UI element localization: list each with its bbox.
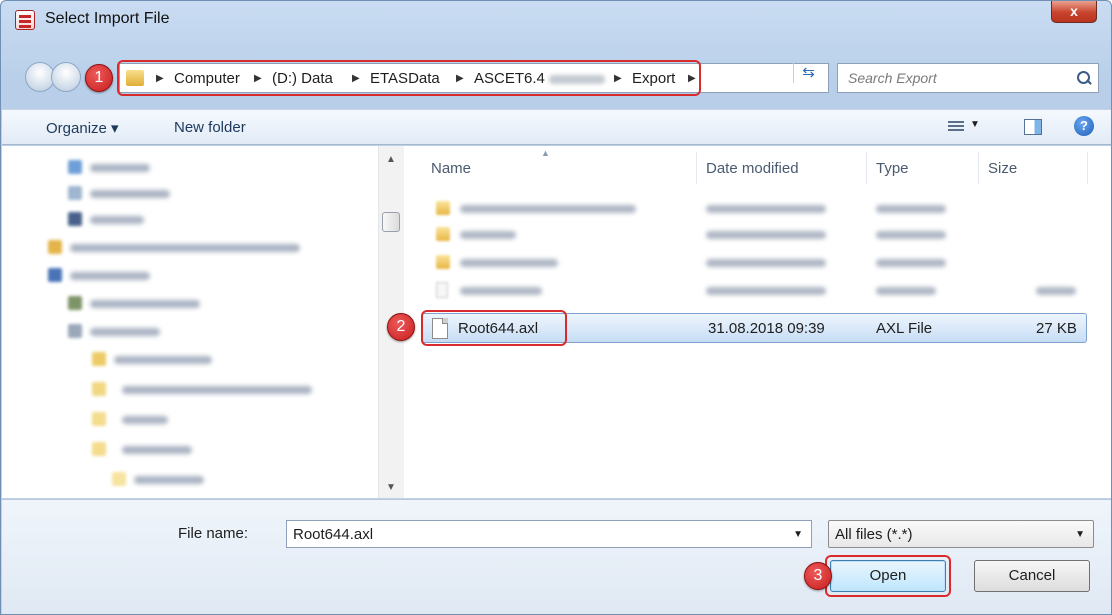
column-header-type[interactable]: Type <box>876 160 909 177</box>
close-button[interactable]: x <box>1051 1 1097 23</box>
callout-badge-1: 1 <box>85 64 113 92</box>
address-row: ▶ Computer ▶ (D:) Data ▶ ETASData ▶ ASCE… <box>1 58 1111 98</box>
list-item[interactable] <box>428 222 1088 248</box>
callout-box-file <box>421 310 567 346</box>
navigation-pane[interactable]: ▲ ▼ <box>2 146 404 498</box>
callout-box-address <box>117 60 701 96</box>
command-toolbar: Organize ▾ New folder ▼ ? <box>2 109 1111 145</box>
dialog-footer: File name: Root644.axl ▼ All files (*.*)… <box>2 499 1111 614</box>
file-date-cell: 31.08.2018 09:39 <box>708 320 825 337</box>
organize-button[interactable]: Organize ▾ <box>46 119 119 137</box>
callout-badge-2: 2 <box>387 313 415 341</box>
file-type-cell: AXL File <box>876 320 933 337</box>
file-name-input[interactable]: Root644.axl ▼ <box>286 520 812 548</box>
search-field[interactable]: Search Export <box>837 63 1099 93</box>
column-header-size[interactable]: Size <box>988 160 1017 177</box>
column-header-date[interactable]: Date modified <box>706 160 799 177</box>
search-icon[interactable] <box>1076 70 1092 86</box>
import-file-dialog: Select Import File x ▶ Computer ▶ (D:) D… <box>0 0 1112 615</box>
chevron-down-icon[interactable]: ▼ <box>970 119 980 130</box>
list-item[interactable] <box>428 196 1088 222</box>
file-type-value: All files (*.*) <box>835 526 913 543</box>
column-header-name[interactable]: Name <box>431 160 471 177</box>
sort-ascending-icon: ▲ <box>541 148 550 158</box>
callout-box-open <box>825 555 951 597</box>
list-item[interactable] <box>428 250 1088 276</box>
scroll-down-icon[interactable]: ▼ <box>386 482 396 493</box>
preview-pane-icon[interactable] <box>1024 119 1042 135</box>
file-type-select[interactable]: All files (*.*) ▼ <box>828 520 1094 548</box>
search-placeholder: Search Export <box>848 70 937 86</box>
views-icon[interactable] <box>948 121 964 133</box>
scroll-up-icon[interactable]: ▲ <box>386 154 396 165</box>
scroll-thumb[interactable] <box>382 212 400 232</box>
file-name-label: File name: <box>178 525 249 542</box>
chevron-down-icon[interactable]: ▼ <box>793 529 803 540</box>
chevron-down-icon[interactable]: ▼ <box>1075 529 1085 540</box>
forward-button[interactable] <box>51 62 81 92</box>
new-folder-button[interactable]: New folder <box>174 119 246 136</box>
title-bar: Select Import File x <box>1 1 1111 37</box>
cancel-button[interactable]: Cancel <box>974 560 1090 592</box>
dialog-title: Select Import File <box>45 10 170 27</box>
callout-badge-3: 3 <box>804 562 832 590</box>
refresh-icon[interactable]: ⇆ <box>793 63 823 83</box>
list-item[interactable] <box>428 278 1088 304</box>
help-icon[interactable]: ? <box>1074 116 1094 136</box>
file-size-cell: 27 KB <box>1036 320 1077 337</box>
app-icon <box>15 10 35 30</box>
file-name-value: Root644.axl <box>293 526 374 543</box>
